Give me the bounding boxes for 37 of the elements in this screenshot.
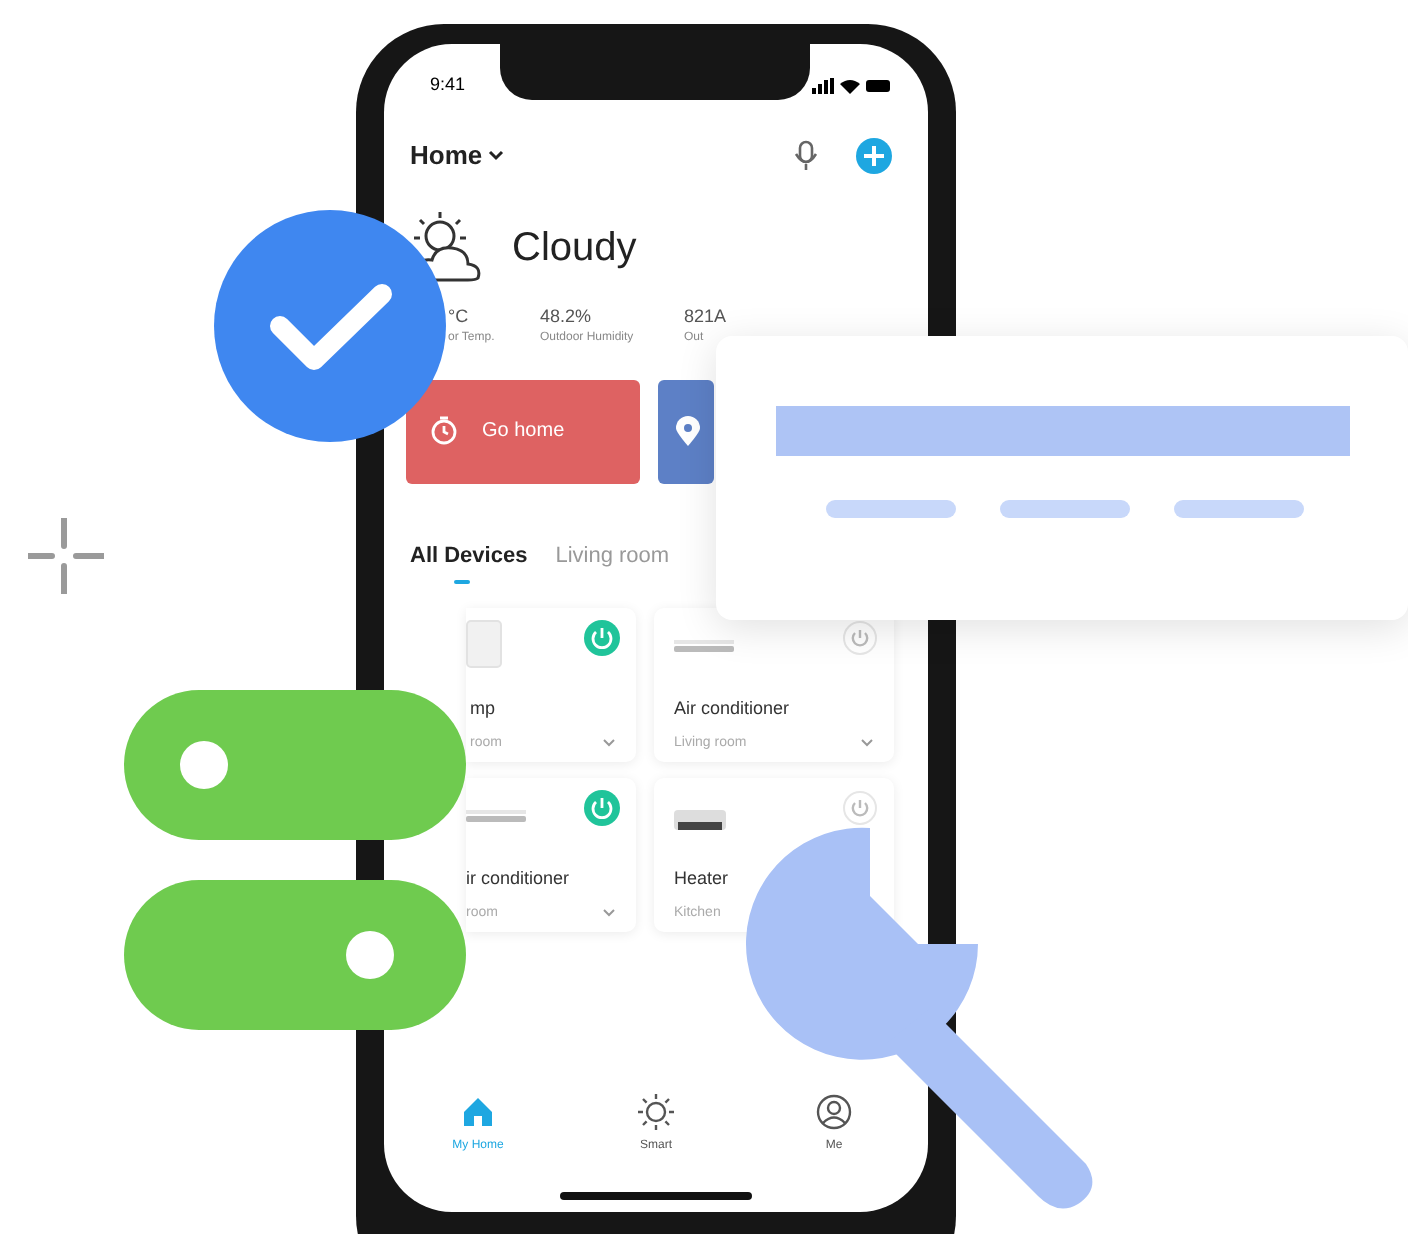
power-icon[interactable] [584, 790, 620, 826]
chevron-down-icon [602, 908, 616, 919]
toggle-switch[interactable] [124, 880, 466, 1030]
add-icon[interactable] [856, 137, 892, 174]
wifi-icon [840, 78, 860, 94]
microphone-icon[interactable] [792, 139, 820, 172]
home-icon [460, 1094, 496, 1130]
stat-value: 48.2% [540, 303, 594, 329]
device-name: mp [468, 696, 498, 722]
chevron-down-icon [602, 738, 616, 749]
device-name: Heater [672, 866, 731, 892]
timer-icon [430, 416, 458, 446]
battery-icon [866, 78, 892, 94]
air-conditioner-icon [674, 640, 734, 652]
sun-icon [638, 1094, 674, 1130]
weather-condition: Cloudy [512, 223, 637, 273]
device-name: ir conditioner [466, 866, 572, 892]
lamp-icon [466, 620, 502, 668]
location-pin-icon [676, 416, 700, 446]
toggle-switch[interactable] [124, 690, 466, 840]
power-icon[interactable] [842, 790, 878, 826]
scene-card[interactable] [658, 379, 714, 483]
device-tab[interactable]: All Devices [410, 539, 528, 584]
person-icon [816, 1094, 852, 1130]
power-icon[interactable] [842, 620, 878, 656]
air-conditioner-icon [466, 810, 526, 822]
home-selector[interactable]: Home [410, 136, 505, 175]
device-name: Air conditioner [672, 696, 792, 722]
power-icon[interactable] [584, 620, 620, 656]
signal-icon [812, 78, 834, 94]
chevron-down-icon [860, 738, 874, 749]
stat-value: °C [448, 303, 471, 329]
stat-value: 821A [684, 303, 729, 329]
status-time: 9:41 [430, 72, 466, 99]
crosshair-icon [28, 518, 104, 594]
chevron-down-icon [488, 148, 505, 163]
heater-icon [674, 810, 726, 830]
